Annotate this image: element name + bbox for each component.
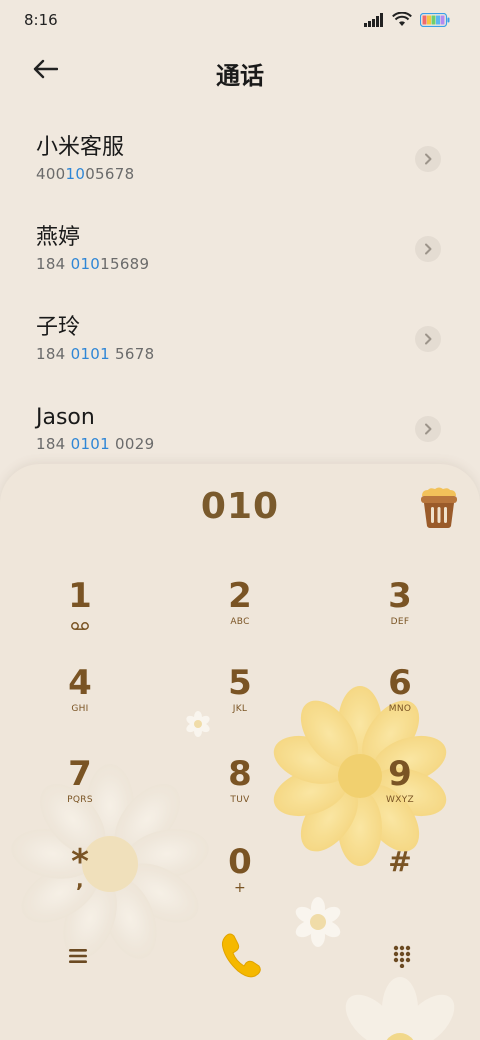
- key-hash[interactable]: #: [340, 842, 460, 918]
- chevron-right-icon: [425, 153, 432, 165]
- small-flower: [295, 897, 341, 947]
- key-4[interactable]: 4 GHI: [20, 663, 140, 739]
- contact-item[interactable]: 燕婷 184 01015689: [0, 210, 480, 300]
- dialer-screen: 8:16 通话 小米客服 4001005678 燕婷 184 01015689 …: [0, 0, 480, 1040]
- battery-icon: [420, 12, 450, 27]
- call-button[interactable]: [218, 930, 262, 978]
- contact-number: 184 0101 5678: [36, 345, 155, 363]
- header: 通话: [0, 44, 480, 96]
- contact-item[interactable]: 子玲 184 0101 5678: [0, 300, 480, 390]
- key-5[interactable]: 5 JKL: [180, 663, 300, 739]
- keypad-icon: [393, 945, 411, 969]
- contact-number: 4001005678: [36, 165, 135, 183]
- contact-detail-button[interactable]: [415, 416, 441, 442]
- contact-number: 184 0101 0029: [36, 435, 155, 453]
- chevron-right-icon: [425, 333, 432, 345]
- chevron-right-icon: [425, 423, 432, 435]
- key-star[interactable]: * ,: [20, 842, 140, 918]
- key-1[interactable]: 1: [20, 576, 140, 652]
- key-7[interactable]: 7 PQRS: [20, 754, 140, 830]
- contact-name: Jason: [36, 405, 95, 430]
- dial-panel: 010 1 2 ABC 3 DEF 4 GHI 5 JKL 6 MNO 7 PQ…: [0, 464, 480, 1040]
- contact-number: 184 01015689: [36, 255, 150, 273]
- page-title: 通话: [216, 62, 264, 90]
- contact-detail-button[interactable]: [415, 326, 441, 352]
- key-0[interactable]: 0 +: [180, 842, 300, 918]
- status-time: 8:16: [24, 11, 58, 29]
- contact-list: 小米客服 4001005678 燕婷 184 01015689 子玲 184 0…: [0, 120, 480, 480]
- key-3[interactable]: 3 DEF: [340, 576, 460, 652]
- wifi-icon: [392, 12, 412, 26]
- chevron-right-icon: [425, 243, 432, 255]
- contact-detail-button[interactable]: [415, 236, 441, 262]
- voicemail-icon: [71, 622, 89, 630]
- dial-input[interactable]: 010: [0, 486, 480, 527]
- contact-detail-button[interactable]: [415, 146, 441, 172]
- menu-button[interactable]: [66, 944, 90, 968]
- trash-bin-icon: [421, 487, 457, 528]
- key-9[interactable]: 9 WXYZ: [340, 754, 460, 830]
- contact-item[interactable]: 小米客服 4001005678: [0, 120, 480, 210]
- status-icons: [364, 12, 450, 27]
- keypad-toggle-button[interactable]: [390, 944, 414, 969]
- key-2[interactable]: 2 ABC: [180, 576, 300, 652]
- key-8[interactable]: 8 TUV: [180, 754, 300, 830]
- partial-flower: [345, 977, 455, 1040]
- delete-button[interactable]: [418, 486, 460, 530]
- signal-icon: [364, 12, 383, 27]
- menu-icon: [69, 949, 87, 963]
- contact-name: 燕婷: [36, 225, 81, 250]
- key-6[interactable]: 6 MNO: [340, 663, 460, 739]
- phone-call-icon: [221, 933, 261, 978]
- contact-name: 子玲: [36, 315, 81, 340]
- status-bar: 8:16: [0, 0, 480, 42]
- contact-name: 小米客服: [36, 135, 125, 160]
